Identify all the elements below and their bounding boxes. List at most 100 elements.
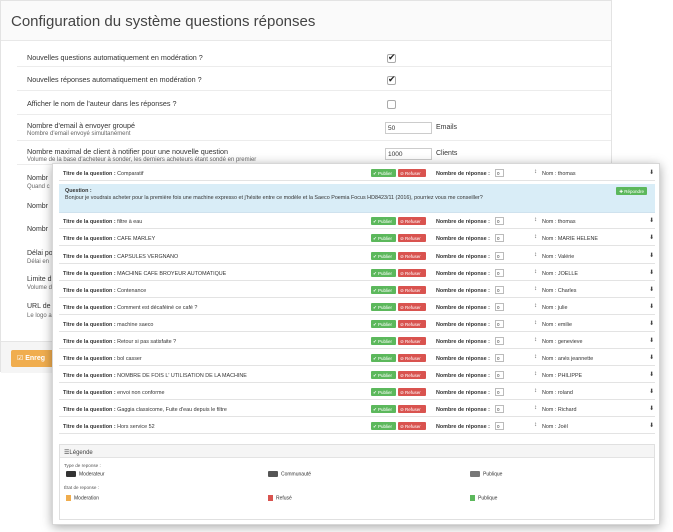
questions-moderation-checkbox[interactable]: [387, 52, 396, 63]
refuse-button[interactable]: ⊘ Refuser: [398, 217, 426, 225]
community-icon: [268, 471, 278, 477]
sort-icon[interactable]: ↕: [534, 169, 537, 175]
save-button-label: Enreg: [25, 355, 46, 362]
expand-icon[interactable]: ⬇: [649, 405, 654, 412]
publish-button[interactable]: ✔ Publier: [371, 217, 396, 225]
sort-icon[interactable]: ↕: [534, 252, 537, 258]
expand-icon[interactable]: ⬇: [649, 286, 654, 293]
refuse-button[interactable]: ⊘ Refuser: [398, 234, 426, 242]
sort-icon[interactable]: ↕: [534, 217, 537, 223]
refuse-button[interactable]: ⊘ Refuser: [398, 354, 426, 362]
sort-icon[interactable]: ↕: [534, 303, 537, 309]
refuse-button-label: Refuser: [405, 372, 421, 378]
expand-icon[interactable]: ⬇: [649, 234, 654, 241]
expand-icon[interactable]: ⬇: [649, 388, 654, 395]
public-icon: [470, 471, 480, 477]
question-row[interactable]: Titre de la question : CAFE MARLEY ✔ Publ…: [59, 232, 655, 246]
question-title-value: NOMBRE DE FOIS L' UTILISATION DE LA MACH…: [117, 373, 247, 379]
publish-button[interactable]: ✔ Publier: [371, 234, 396, 242]
config-row-label: Nombre d'email à envoyer groupé: [27, 121, 136, 130]
expand-icon[interactable]: ⬇: [649, 303, 654, 310]
question-row[interactable]: Titre de la question : NOMBRE DE FOIS L'…: [59, 369, 655, 383]
question-title: Titre de la question : CAPSULES VERGNANO: [63, 254, 178, 260]
publish-button[interactable]: ✔ Publier: [371, 371, 396, 379]
question-row[interactable]: Titre de la question : envoi non conform…: [59, 386, 655, 400]
refuse-button[interactable]: ⊘ Refuser: [398, 388, 426, 396]
publish-button[interactable]: ✔ Publier: [371, 405, 396, 413]
refuse-button[interactable]: ⊘ Refuser: [398, 337, 426, 345]
publish-button[interactable]: ✔ Publier: [371, 337, 396, 345]
expand-icon[interactable]: ⬇: [649, 320, 654, 327]
question-row[interactable]: Titre de la question : CAPSULES VERGNANO…: [59, 250, 655, 264]
partial-row-sublabel: Le logo a: [27, 313, 52, 319]
question-title: Titre de la question : filtre à eau: [63, 219, 142, 225]
sort-icon[interactable]: ↕: [534, 286, 537, 292]
config-row-sublabel: Nombre d'email envoyé simultanément: [27, 131, 131, 137]
publish-button[interactable]: ✔ Publier: [371, 354, 396, 362]
sort-icon[interactable]: ↕: [534, 337, 537, 343]
sort-icon[interactable]: ↕: [534, 269, 537, 275]
publish-button[interactable]: ✔ Publier: [371, 286, 396, 294]
refuse-button[interactable]: ⊘ Refuser: [398, 371, 426, 379]
answer-count-label: Nombre de réponse :: [436, 305, 490, 311]
expand-icon[interactable]: ⬇: [649, 354, 654, 361]
expand-icon[interactable]: ⬇: [649, 269, 654, 276]
publish-button[interactable]: ✔ Publier: [371, 422, 396, 430]
question-row[interactable]: Titre de la question : Hors service 52 ✔ …: [59, 420, 655, 434]
page-title: Configuration du système questions répon…: [1, 1, 611, 41]
author-name: Nom : julie: [542, 305, 568, 311]
publish-button[interactable]: ✔ Publier: [371, 388, 396, 396]
sort-icon[interactable]: ↕: [534, 388, 537, 394]
refuse-button[interactable]: ⊘ Refuser: [398, 169, 426, 177]
answers-moderation-checkbox[interactable]: [387, 74, 396, 85]
publish-button[interactable]: ✔ Publier: [371, 269, 396, 277]
email-batch-input[interactable]: [385, 122, 432, 134]
publish-button-label: Publier: [378, 372, 393, 378]
publish-button[interactable]: ✔ Publier: [371, 169, 396, 177]
refuse-button[interactable]: ⊘ Refuser: [398, 269, 426, 277]
author-name-checkbox[interactable]: [387, 100, 396, 109]
sort-icon[interactable]: ↕: [534, 234, 537, 240]
question-row[interactable]: Titre de la question : Retour si pas sat…: [59, 335, 655, 349]
question-detail-heading: Question :: [65, 188, 92, 194]
refuse-button[interactable]: ⊘ Refuser: [398, 252, 426, 260]
partial-row-label: URL de: [27, 303, 51, 310]
author-name: Nom : anés jeannette: [542, 356, 594, 362]
question-row[interactable]: Titre de la question : Contenance ✔ Publi…: [59, 284, 655, 298]
refuse-button[interactable]: ⊘ Refuser: [398, 286, 426, 294]
partial-row-label: Nombr: [27, 203, 49, 210]
max-clients-input[interactable]: [385, 148, 432, 160]
question-row[interactable]: Titre de la question : Comparatif ✔ Publi…: [59, 167, 655, 181]
publish-button[interactable]: ✔ Publier: [371, 320, 396, 328]
sort-icon[interactable]: ↕: [534, 405, 537, 411]
question-row[interactable]: Titre de la question : bol casser ✔ Publi…: [59, 352, 655, 366]
expand-icon[interactable]: ⬇: [649, 337, 654, 344]
refuse-button[interactable]: ⊘ Refuser: [398, 320, 426, 328]
config-row-author-name: Afficher le nom de l'auteur dans les rép…: [17, 91, 611, 115]
answer-count-label: Nombre de réponse :: [436, 339, 490, 345]
expand-icon[interactable]: ⬇: [649, 252, 654, 259]
sort-icon[interactable]: ↕: [534, 422, 537, 428]
expand-icon[interactable]: ⬇: [649, 169, 654, 176]
question-row[interactable]: Titre de la question : Comment est décaf…: [59, 301, 655, 315]
question-row[interactable]: Titre de la question : Gaggia classicome…: [59, 403, 655, 417]
question-title-label: Titre de la question :: [63, 322, 116, 328]
expand-icon[interactable]: ⬇: [649, 217, 654, 224]
expand-icon[interactable]: ⬇: [649, 422, 654, 429]
question-row[interactable]: Titre de la question : filtre à eau ✔ Pub…: [59, 215, 655, 229]
sort-icon[interactable]: ↕: [534, 371, 537, 377]
refuse-button[interactable]: ⊘ Refuser: [398, 422, 426, 430]
partial-row-sublabel: Volume d: [27, 285, 53, 291]
sort-icon[interactable]: ↕: [534, 320, 537, 326]
sort-icon[interactable]: ↕: [534, 354, 537, 360]
publish-button[interactable]: ✔ Publier: [371, 252, 396, 260]
refuse-button[interactable]: ⊘ Refuser: [398, 405, 426, 413]
question-row[interactable]: Titre de la question : MACHINE CAFE BROY…: [59, 267, 655, 281]
expand-icon[interactable]: ⬇: [649, 371, 654, 378]
answer-count-label: Nombre de réponse :: [436, 254, 490, 260]
reply-button[interactable]: ✚ Répondre: [616, 187, 647, 195]
question-row[interactable]: Titre de la question : machine saeco ✔ Pu…: [59, 318, 655, 332]
question-title-label: Titre de la question :: [63, 171, 116, 177]
refuse-button[interactable]: ⊘ Refuser: [398, 303, 426, 311]
publish-button[interactable]: ✔ Publier: [371, 303, 396, 311]
